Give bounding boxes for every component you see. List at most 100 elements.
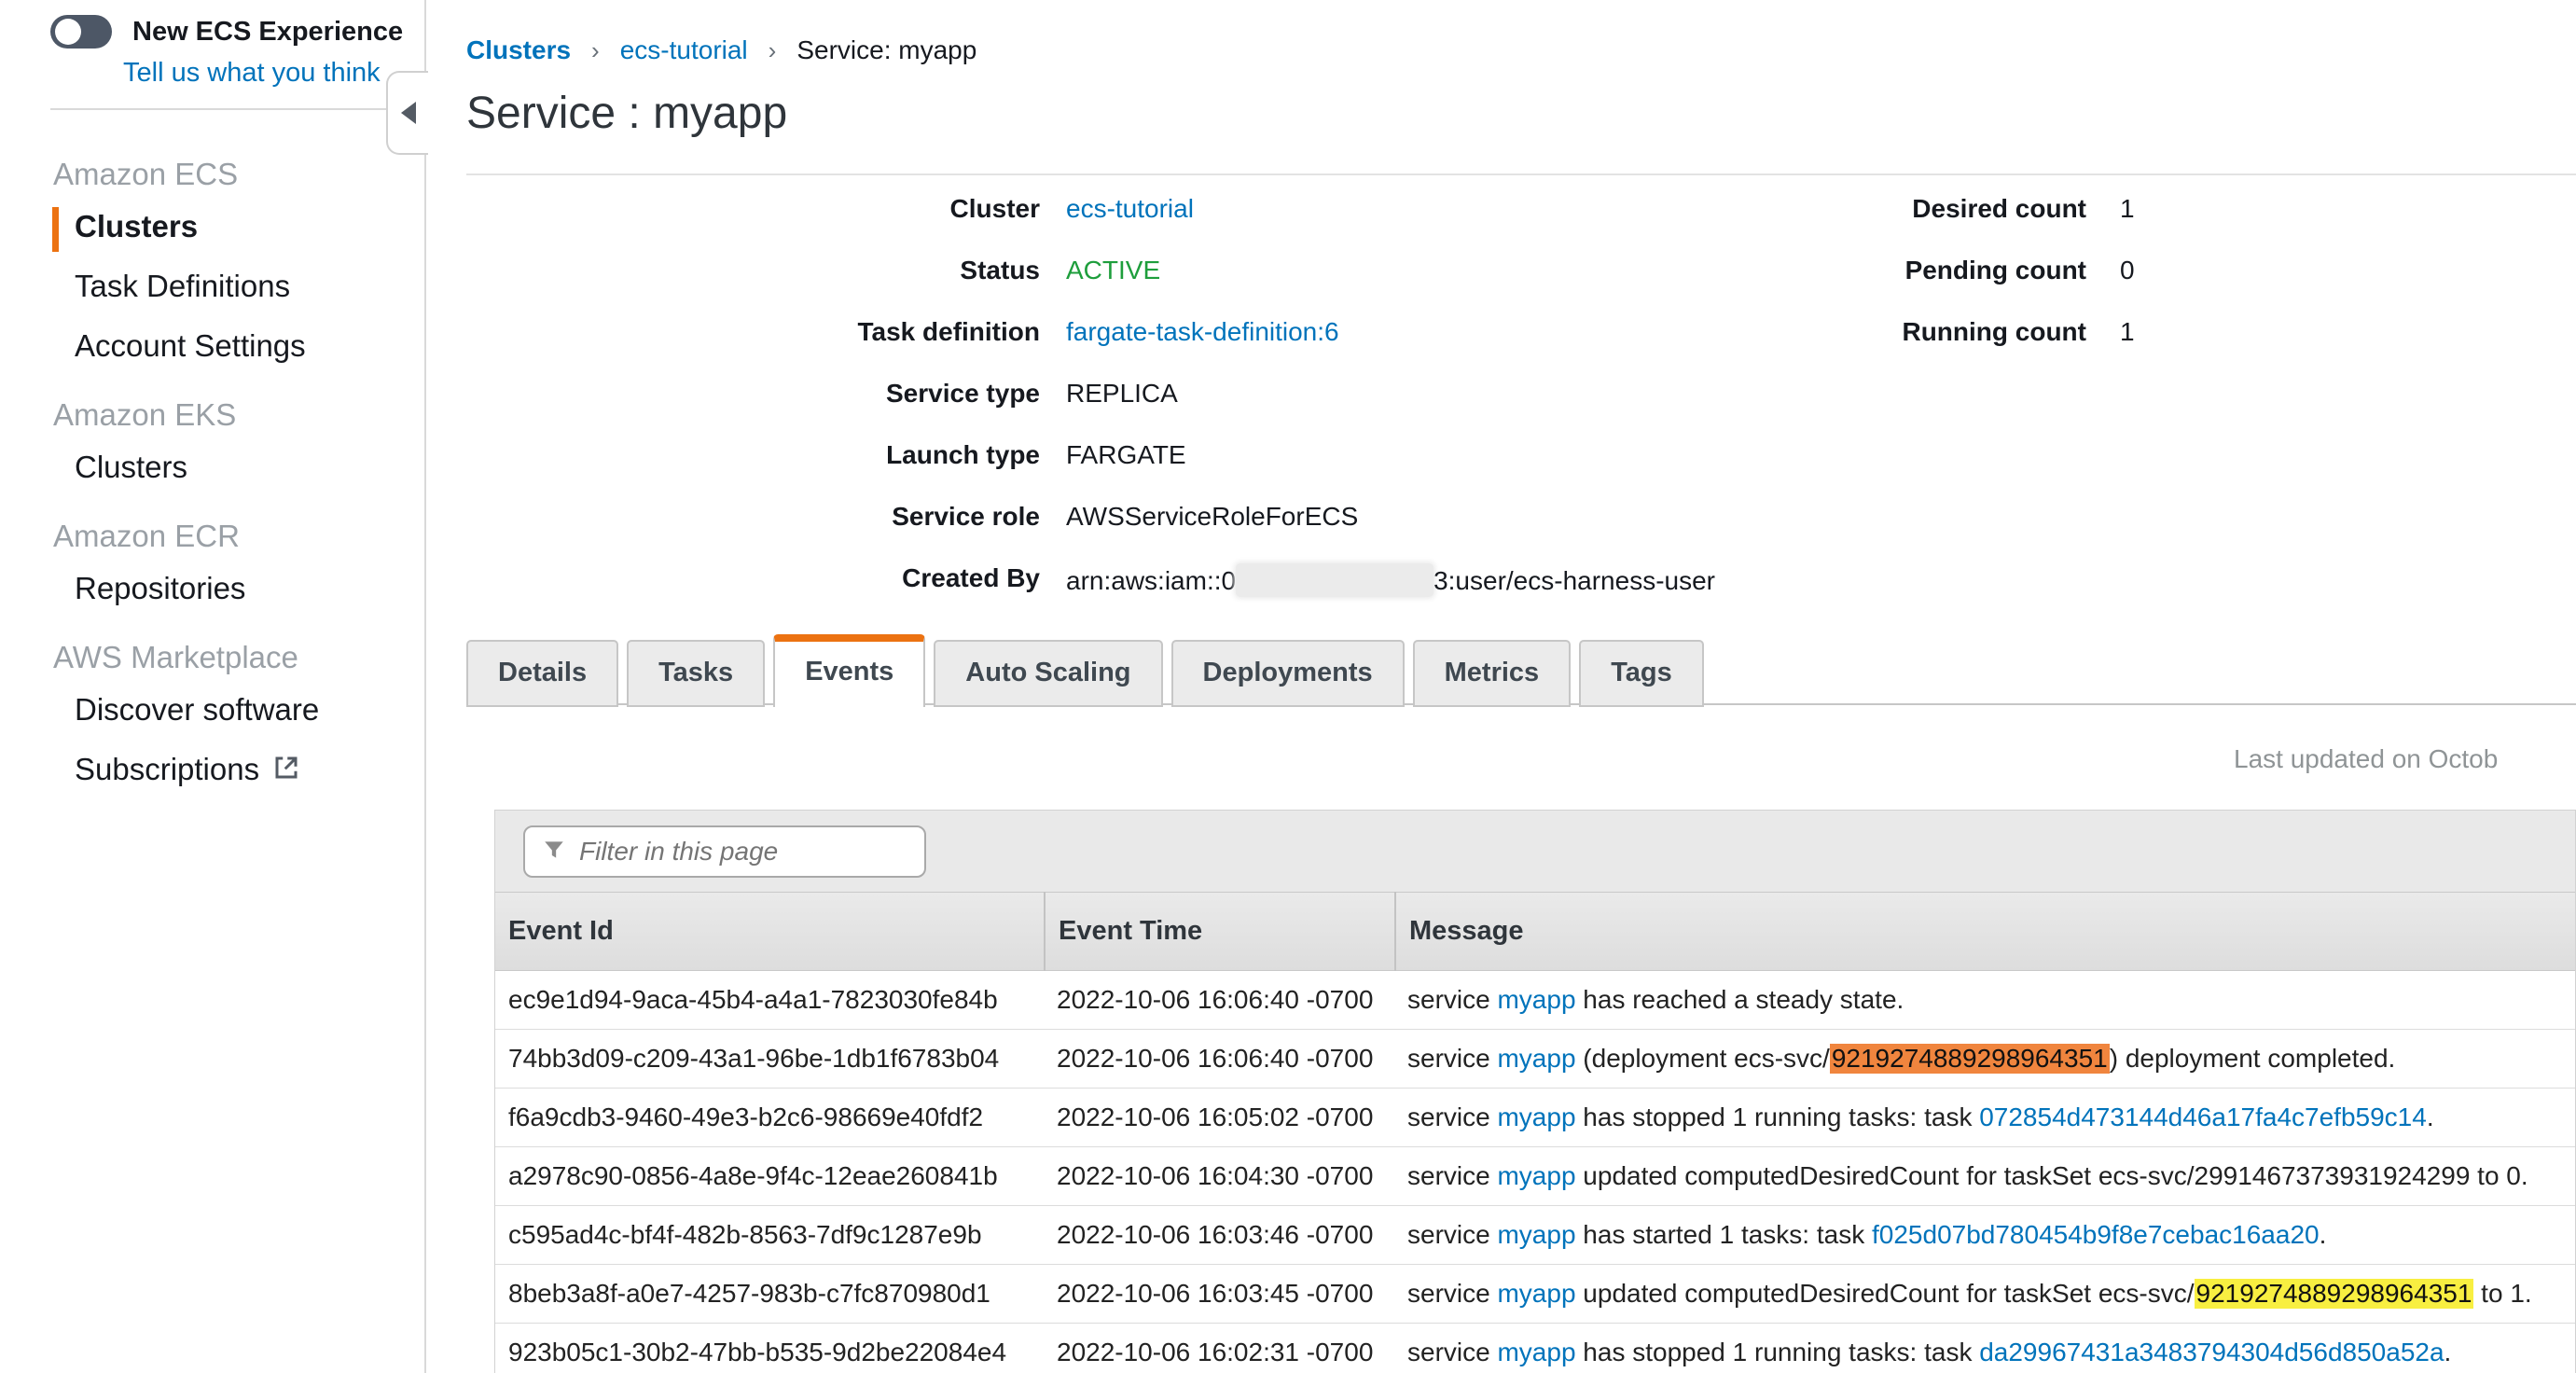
sidebar-nav: Amazon ECS Clusters Task Definitions Acc… bbox=[0, 131, 424, 804]
ecs-console-screen: New ECS Experience Tell us what you thin… bbox=[0, 0, 2576, 1373]
new-ecs-experience-label: New ECS Experience bbox=[132, 17, 403, 48]
column-header-event-id[interactable]: Event Id bbox=[495, 916, 1044, 947]
field-label-launch-type: Launch type bbox=[426, 440, 1040, 470]
active-indicator-bar bbox=[52, 207, 59, 252]
message-text: updated computedDesiredCount for taskSet… bbox=[1576, 1279, 2195, 1308]
sidebar-item-clusters-ecs[interactable]: Clusters bbox=[0, 201, 424, 252]
sidebar-divider bbox=[50, 108, 392, 110]
sidebar-item-discover-software[interactable]: Discover software bbox=[0, 685, 424, 735]
event-message-cell: service myapp updated computedDesiredCou… bbox=[1394, 1279, 2575, 1309]
events-panel: Filter in this page Event Id Event Time … bbox=[494, 810, 2576, 1373]
message-text: service bbox=[1407, 1338, 1497, 1366]
field-value-launch-type: FARGATE bbox=[1066, 440, 1186, 470]
sidebar-item-subscriptions[interactable]: Subscriptions bbox=[0, 744, 424, 795]
created-by-suffix: 3:user/ecs-harness-user bbox=[1433, 566, 1715, 595]
field-value-task-definition[interactable]: fargate-task-definition:6 bbox=[1066, 317, 1339, 347]
message-link[interactable]: myapp bbox=[1497, 1161, 1575, 1190]
event-message-cell: service myapp has reached a steady state… bbox=[1394, 985, 2575, 1015]
message-link[interactable]: da29967431a3483794304d56d850a52a bbox=[1979, 1338, 2444, 1366]
message-text: service bbox=[1407, 1220, 1497, 1249]
running-count-label: Running count bbox=[1816, 317, 2086, 347]
breadcrumb-clusters[interactable]: Clusters bbox=[466, 35, 571, 65]
event-id-cell: f6a9cdb3-9460-49e3-b2c6-98669e40fdf2 bbox=[495, 1103, 1044, 1132]
tab-tags[interactable]: Tags bbox=[1579, 640, 1704, 707]
tab-details[interactable]: Details bbox=[466, 640, 618, 707]
event-id-cell: ec9e1d94-9aca-45b4-a4a1-7823030fe84b bbox=[495, 985, 1044, 1015]
sidebar-item-task-definitions[interactable]: Task Definitions bbox=[0, 261, 424, 312]
message-link[interactable]: myapp bbox=[1497, 1044, 1575, 1073]
breadcrumb-cluster-name[interactable]: ecs-tutorial bbox=[620, 35, 748, 65]
event-id-cell: 8beb3a8f-a0e7-4257-983b-c7fc870980d1 bbox=[495, 1279, 1044, 1309]
filter-funnel-icon bbox=[542, 838, 566, 867]
tab-metrics[interactable]: Metrics bbox=[1413, 640, 1572, 707]
tab-auto-scaling[interactable]: Auto Scaling bbox=[934, 640, 1162, 707]
table-row[interactable]: 923b05c1-30b2-47bb-b535-9d2be22084e4 202… bbox=[495, 1324, 2575, 1373]
redacted-account-id bbox=[1236, 563, 1433, 597]
table-row[interactable]: f6a9cdb3-9460-49e3-b2c6-98669e40fdf2 202… bbox=[495, 1089, 2575, 1147]
sidebar-item-label: Task Definitions bbox=[75, 269, 290, 303]
sidebar-item-repositories[interactable]: Repositories bbox=[0, 563, 424, 614]
sidebar-item-account-settings[interactable]: Account Settings bbox=[0, 321, 424, 371]
event-time-cell: 2022-10-06 16:03:46 -0700 bbox=[1044, 1220, 1394, 1250]
highlighted-deployment-id: 9219274889298964351 bbox=[2195, 1279, 2474, 1309]
pending-count-value: 0 bbox=[2120, 256, 2135, 285]
message-text: has reached a steady state. bbox=[1576, 985, 1904, 1014]
breadcrumb-separator: › bbox=[769, 36, 777, 65]
field-label-status: Status bbox=[426, 256, 1040, 285]
nav-section-aws-marketplace: AWS Marketplace bbox=[53, 640, 424, 675]
tab-events[interactable]: Events bbox=[773, 634, 925, 707]
events-table-header: Event Id Event Time Message bbox=[495, 892, 2575, 971]
field-value-cluster[interactable]: ecs-tutorial bbox=[1066, 194, 1194, 224]
event-message-cell: service myapp updated computedDesiredCou… bbox=[1394, 1161, 2575, 1191]
message-text: updated computedDesiredCount for taskSet… bbox=[1576, 1161, 2528, 1190]
table-row[interactable]: a2978c90-0856-4a8e-9f4c-12eae260841b 202… bbox=[495, 1147, 2575, 1206]
message-link[interactable]: myapp bbox=[1497, 1220, 1575, 1249]
event-time-cell: 2022-10-06 16:05:02 -0700 bbox=[1044, 1103, 1394, 1132]
sidebar-item-clusters-eks[interactable]: Clusters bbox=[0, 442, 424, 492]
sidebar-item-label: Subscriptions bbox=[75, 752, 259, 786]
message-text: to 1. bbox=[2473, 1279, 2531, 1308]
message-link[interactable]: myapp bbox=[1497, 985, 1575, 1014]
nav-section-amazon-ecr: Amazon ECR bbox=[53, 519, 424, 554]
message-link[interactable]: 072854d473144d46a17fa4c7efb59c14 bbox=[1979, 1103, 2427, 1131]
sidebar-item-label: Account Settings bbox=[75, 328, 306, 363]
event-message-cell: service myapp has started 1 tasks: task … bbox=[1394, 1220, 2575, 1250]
message-text: ) deployment completed. bbox=[2110, 1044, 2396, 1073]
task-counts: Desired count1 Pending count0 Running co… bbox=[1816, 194, 2135, 379]
table-row[interactable]: 74bb3d09-c209-43a1-96be-1db1f6783b04 202… bbox=[495, 1030, 2575, 1089]
table-row[interactable]: c595ad4c-bf4f-482b-8563-7df9c1287e9b 202… bbox=[495, 1206, 2575, 1265]
event-message-cell: service myapp has stopped 1 running task… bbox=[1394, 1103, 2575, 1132]
sidebar-item-label: Clusters bbox=[75, 450, 187, 484]
feedback-link[interactable]: Tell us what you think bbox=[123, 58, 381, 89]
created-by-prefix: arn:aws:iam::0 bbox=[1066, 566, 1236, 595]
nav-section-amazon-ecs: Amazon ECS bbox=[53, 157, 424, 192]
tab-tasks[interactable]: Tasks bbox=[627, 640, 765, 707]
message-link[interactable]: myapp bbox=[1497, 1279, 1575, 1308]
message-link[interactable]: myapp bbox=[1497, 1103, 1575, 1131]
page-title: Service : myapp bbox=[466, 88, 787, 139]
table-row[interactable]: ec9e1d94-9aca-45b4-a4a1-7823030fe84b 202… bbox=[495, 971, 2575, 1030]
new-ecs-experience-toggle[interactable] bbox=[50, 15, 112, 49]
table-row[interactable]: 8beb3a8f-a0e7-4257-983b-c7fc870980d1 202… bbox=[495, 1265, 2575, 1324]
column-header-event-time[interactable]: Event Time bbox=[1044, 892, 1394, 971]
message-text: has started 1 tasks: task bbox=[1576, 1220, 1872, 1249]
field-value-service-role: AWSServiceRoleForECS bbox=[1066, 502, 1358, 532]
event-time-cell: 2022-10-06 16:06:40 -0700 bbox=[1044, 985, 1394, 1015]
message-text: service bbox=[1407, 985, 1497, 1014]
nav-section-amazon-eks: Amazon EKS bbox=[53, 397, 424, 433]
event-time-cell: 2022-10-06 16:03:45 -0700 bbox=[1044, 1279, 1394, 1309]
message-link[interactable]: myapp bbox=[1497, 1338, 1575, 1366]
filter-input[interactable]: Filter in this page bbox=[523, 825, 926, 878]
toggle-knob bbox=[55, 19, 81, 45]
field-label-created-by: Created By bbox=[426, 563, 1040, 593]
tab-deployments[interactable]: Deployments bbox=[1171, 640, 1405, 707]
running-count-value: 1 bbox=[2120, 317, 2135, 347]
column-header-message[interactable]: Message bbox=[1394, 892, 2575, 971]
field-label-service-type: Service type bbox=[426, 379, 1040, 409]
sidebar-collapse-button[interactable] bbox=[386, 71, 428, 155]
message-link[interactable]: f025d07bd780454b9f8e7cebac16aa20 bbox=[1872, 1220, 2320, 1249]
event-message-cell: service myapp has stopped 1 running task… bbox=[1394, 1338, 2575, 1367]
title-divider bbox=[466, 173, 2576, 175]
external-link-icon bbox=[272, 754, 300, 789]
highlighted-deployment-id: 9219274889298964351 bbox=[1830, 1044, 2110, 1074]
